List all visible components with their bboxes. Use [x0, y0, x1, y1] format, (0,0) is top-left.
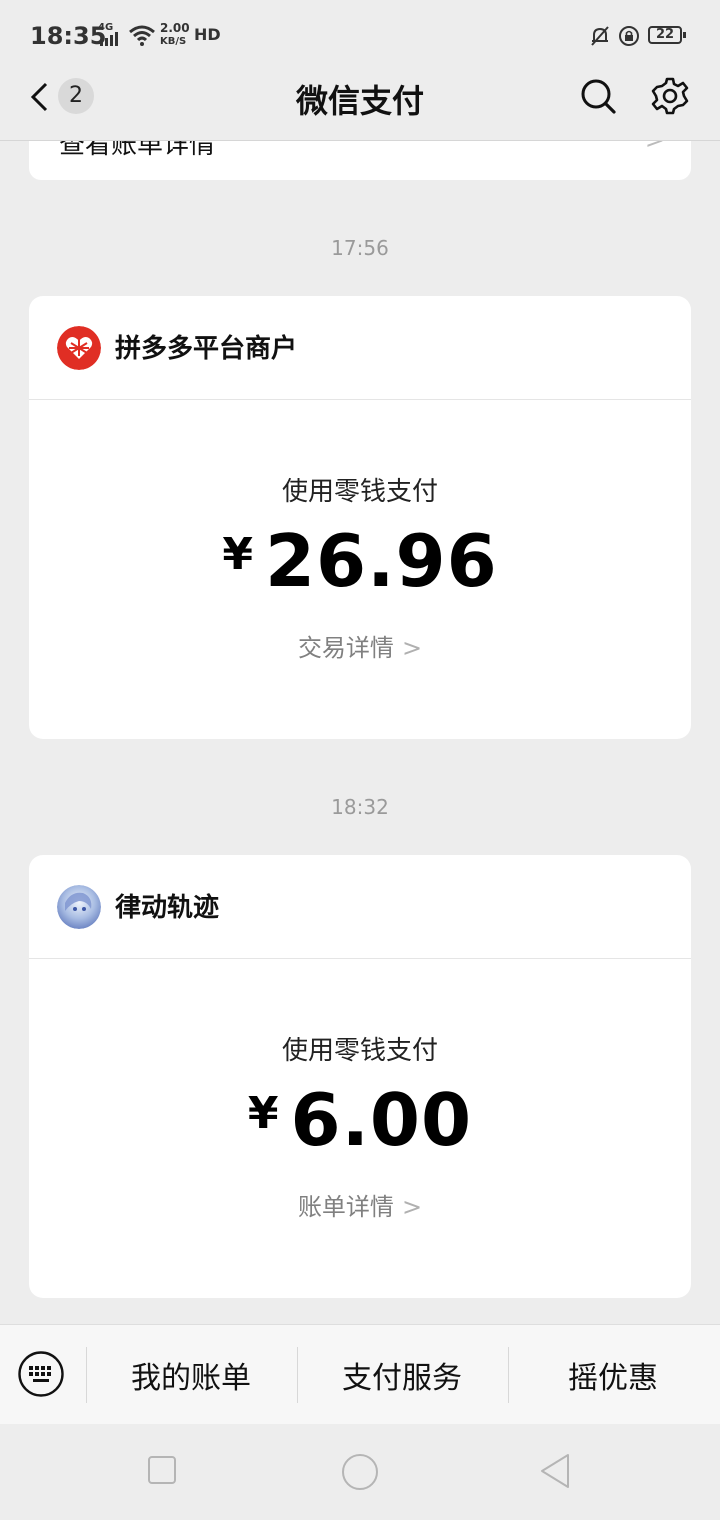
speed-unit: KB/S — [160, 36, 187, 47]
merchant-name: 拼多多平台商户 — [115, 334, 298, 364]
payment-method: 使用零钱支付 — [281, 1036, 438, 1066]
network-speed: 2.00 KB/S — [160, 22, 190, 48]
wifi-icon — [129, 25, 155, 46]
currency-symbol: ¥ — [222, 529, 253, 580]
previous-payment-card[interactable]: 查看账单详情 > — [29, 140, 691, 180]
menu-my-bills[interactable]: 我的账单 — [86, 1353, 296, 1397]
recent-apps-icon[interactable] — [148, 1456, 176, 1484]
bill-detail-link[interactable]: 账单详情 > — [29, 1187, 691, 1222]
top-navigation-bar: 2 微信支付 — [0, 70, 720, 141]
battery-icon: 22 — [648, 26, 686, 44]
search-icon[interactable] — [578, 76, 618, 116]
chevron-right-icon: > — [644, 140, 665, 154]
hd-indicator: HD — [194, 25, 221, 44]
home-icon[interactable] — [342, 1454, 378, 1490]
status-time: 18:35 — [30, 22, 107, 50]
message-time: 18:32 — [331, 795, 389, 819]
message-list[interactable]: 查看账单详情 > 17:56 拼多多平台商户 使用零钱支付 ¥26.96 交易详… — [0, 140, 720, 1324]
chevron-right-icon: > — [401, 1193, 423, 1221]
currency-symbol: ¥ — [247, 1088, 279, 1139]
payment-amount: ¥6.00 — [29, 1078, 691, 1162]
amount-value: 6.00 — [290, 1078, 473, 1162]
payment-method: 使用零钱支付 — [281, 477, 438, 507]
menu-payment-services[interactable]: 支付服务 — [297, 1353, 507, 1397]
status-bar: 18:35 4G 2.00 KB/S HD 22 — [0, 0, 720, 70]
chevron-right-icon: > — [401, 634, 423, 662]
bottom-menu-bar: 我的账单 支付服务 摇优惠 — [0, 1324, 720, 1425]
pinduoduo-logo-icon — [57, 326, 101, 370]
view-bill-detail-text: 查看账单详情 — [59, 140, 216, 160]
detail-link-label: 交易详情 — [297, 634, 394, 662]
message-time: 17:56 — [331, 236, 389, 260]
merchant-name: 律动轨迹 — [115, 893, 220, 923]
card-header: 律动轨迹 — [29, 855, 691, 959]
system-back-icon[interactable] — [538, 1452, 572, 1490]
amount-value: 26.96 — [264, 519, 498, 603]
payment-card[interactable]: 拼多多平台商户 使用零钱支付 ¥26.96 交易详情 > — [29, 296, 691, 739]
merchant-avatar-icon — [57, 885, 101, 929]
payment-card[interactable]: 律动轨迹 使用零钱支付 ¥6.00 账单详情 > — [29, 855, 691, 1298]
speed-value: 2.00 — [160, 21, 190, 35]
detail-link-label: 账单详情 — [297, 1193, 394, 1221]
system-navigation-bar — [0, 1424, 720, 1520]
card-header: 拼多多平台商户 — [29, 296, 691, 400]
menu-shake-discounts[interactable]: 摇优惠 — [508, 1353, 718, 1397]
keyboard-icon[interactable] — [18, 1351, 64, 1397]
mute-bell-icon — [591, 26, 609, 46]
rotation-lock-icon — [619, 26, 639, 46]
settings-gear-icon[interactable] — [650, 76, 690, 116]
payment-amount: ¥26.96 — [29, 519, 691, 603]
signal-icon — [100, 32, 118, 46]
transaction-detail-link[interactable]: 交易详情 > — [29, 628, 691, 663]
